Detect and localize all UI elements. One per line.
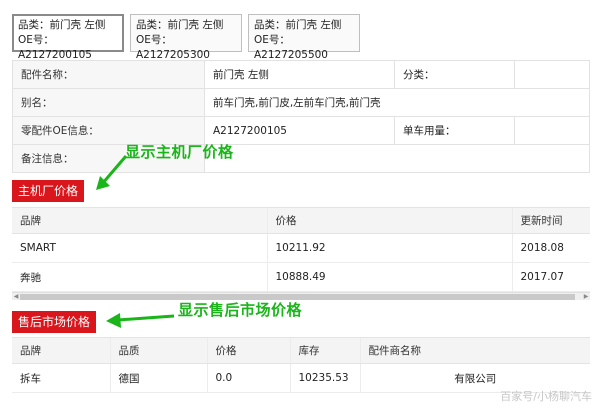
price-cell: 10888.49	[266, 262, 512, 292]
column-header-price: 价格	[206, 337, 290, 364]
usage-value	[514, 116, 590, 145]
part-name-value: 前门壳 左侧	[204, 60, 395, 89]
category-label: 分类：	[394, 60, 515, 89]
part-tab-category: 品类：前门壳 左侧	[18, 19, 106, 31]
table-header-row: 品牌 品质 价格 库存 配件商名称	[12, 337, 590, 364]
oem-price-section-label: 主机厂价格	[12, 180, 85, 202]
quality-cell: 德国	[109, 363, 207, 393]
aftermarket-price-table: 品牌 品质 价格 库存 配件商名称 拆车 德国 0.0 10235.53 有限公…	[12, 337, 590, 393]
arrow-icon	[106, 313, 175, 328]
column-header-brand: 品牌	[12, 337, 110, 364]
watermark: 百家号/小杨聊汽车	[500, 390, 592, 403]
aftermarket-price-section-label: 售后市场价格	[12, 311, 97, 333]
scroll-right-icon[interactable]: ▶	[582, 293, 590, 301]
price-cell: 10211.92	[266, 233, 512, 263]
part-tabs: 品类：前门壳 左侧 OE号：A2127200105 品类：前门壳 左侧 OE号：…	[12, 14, 360, 61]
part-tab-oe: OE号：A2127205500	[254, 34, 328, 61]
brand-cell: SMART	[12, 233, 267, 263]
table-header-row: 品牌 价格 更新时间	[12, 207, 590, 234]
oem-price-annotation: 显示主机厂价格	[125, 143, 234, 161]
part-name-label: 配件名称：	[12, 60, 205, 89]
remark-value	[204, 144, 590, 173]
price-cell: 0.0	[206, 363, 290, 393]
info-row-oe: 零配件OE信息： A2127200105 单车用量：	[12, 116, 590, 145]
alias-value: 前车门壳,前门皮,左前车门壳,前门壳	[204, 88, 590, 117]
column-header-stock: 库存	[289, 337, 360, 364]
scroll-left-icon[interactable]: ◀	[12, 293, 20, 301]
info-row-name: 配件名称： 前门壳 左侧 分类：	[12, 60, 590, 89]
part-tab-category: 品类：前门壳 左侧	[136, 19, 224, 31]
column-header-brand: 品牌	[12, 207, 267, 234]
updated-cell: 2017.07	[511, 262, 590, 292]
brand-cell: 拆车	[12, 363, 110, 393]
usage-label: 单车用量：	[394, 116, 515, 145]
part-tab-oe: OE号：A2127200105	[18, 34, 92, 61]
info-row-alias: 别名： 前车门壳,前门皮,左前车门壳,前门壳	[12, 88, 590, 117]
part-tab-3[interactable]: 品类：前门壳 左侧 OE号：A2127205500	[248, 14, 360, 61]
column-header-supplier: 配件商名称	[359, 337, 590, 364]
alias-label: 别名：	[12, 88, 205, 117]
part-tab-category: 品类：前门壳 左侧	[254, 19, 342, 31]
column-header-updated: 更新时间	[511, 207, 590, 234]
aftermarket-price-annotation: 显示售后市场价格	[178, 301, 303, 319]
column-header-price: 价格	[266, 207, 512, 234]
oem-price-table: 品牌 价格 更新时间 SMART 10211.92 2018.08 奔驰 108…	[12, 207, 590, 292]
column-header-quality: 品质	[109, 337, 207, 364]
brand-cell: 奔驰	[12, 262, 267, 292]
table-row[interactable]: SMART 10211.92 2018.08	[12, 233, 590, 263]
table-row[interactable]: 奔驰 10888.49 2017.07	[12, 262, 590, 292]
category-value	[514, 60, 590, 89]
updated-cell: 2018.08	[511, 233, 590, 263]
part-tab-2[interactable]: 品类：前门壳 左侧 OE号：A2127205300	[130, 14, 242, 61]
part-tab-1[interactable]: 品类：前门壳 左侧 OE号：A2127200105	[12, 14, 124, 61]
part-tab-oe: OE号：A2127205300	[136, 34, 210, 61]
stock-cell: 10235.53	[289, 363, 360, 393]
